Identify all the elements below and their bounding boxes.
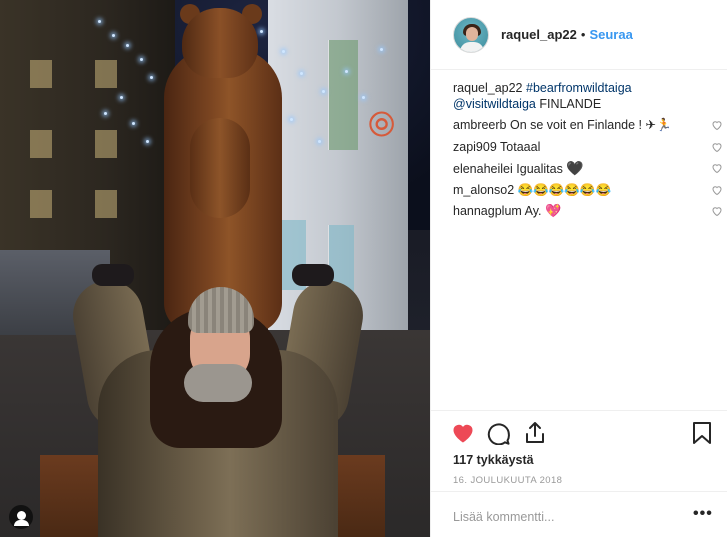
caption-text: FINLANDE bbox=[539, 97, 602, 111]
heart-outline-icon[interactable] bbox=[711, 119, 723, 131]
list-item: zapi909 Totaaal bbox=[453, 139, 723, 161]
red-bow-decoration: ⦾ bbox=[368, 106, 396, 144]
black-heart-emoji: 🖤 bbox=[566, 160, 584, 176]
likes-count[interactable]: 117 tykkäystä bbox=[453, 453, 534, 467]
bookmark-icon[interactable] bbox=[691, 421, 713, 445]
caption: raquel_ap22 #bearfromwildtaiga @visitwil… bbox=[453, 80, 723, 112]
comment-input[interactable]: Lisää kommentti... bbox=[453, 510, 554, 524]
heart-outline-icon[interactable] bbox=[711, 184, 723, 196]
sparkling-heart-emoji: 💖 bbox=[545, 203, 562, 218]
comment-text: Totaaal bbox=[500, 139, 541, 154]
avatar[interactable] bbox=[453, 16, 489, 53]
comment-username[interactable]: ambreerb bbox=[453, 118, 507, 132]
share-icon[interactable] bbox=[523, 421, 547, 445]
heart-filled-icon[interactable] bbox=[451, 421, 475, 445]
list-item: hannagplum Ay. 💖 bbox=[453, 203, 723, 225]
post-sidebar: raquel_ap22 • Seuraa raquel_ap22 #bearfr… bbox=[430, 0, 727, 537]
action-icons bbox=[451, 421, 713, 447]
comment-emoji: ✈🏃 bbox=[645, 118, 672, 132]
comment-text: Ay. bbox=[524, 204, 542, 218]
woman-in-beanie bbox=[67, 260, 369, 537]
user-tag-icon[interactable] bbox=[9, 505, 33, 529]
post-username[interactable]: raquel_ap22 bbox=[501, 27, 577, 42]
comment-bubble-icon[interactable] bbox=[487, 421, 511, 445]
caption-mention[interactable]: @visitwildtaiga bbox=[453, 97, 536, 111]
heart-outline-icon[interactable] bbox=[711, 162, 723, 174]
comment-username[interactable]: elenaheilei bbox=[453, 162, 513, 176]
follow-button[interactable]: Seuraa bbox=[589, 27, 632, 42]
comment-text: Igualitas bbox=[516, 162, 563, 176]
heart-outline-icon[interactable] bbox=[711, 141, 723, 153]
heart-outline-icon[interactable] bbox=[711, 205, 723, 217]
post-date: 16. JOULUKUUTA 2018 bbox=[453, 475, 563, 486]
more-options-icon[interactable]: ••• bbox=[693, 505, 713, 523]
laughing-emojis: 😂😂😂😂😂😂 bbox=[517, 182, 612, 197]
comment-box: Lisää kommentti... ••• bbox=[431, 491, 727, 537]
comment-username[interactable]: m_alonso2 bbox=[453, 183, 514, 197]
comment-text: On se voit en Finlande ! bbox=[509, 118, 643, 132]
list-item: ambreerb On se voit en Finlande ! ✈🏃 bbox=[453, 117, 723, 139]
post-header: raquel_ap22 • Seuraa bbox=[431, 0, 727, 70]
post-actions: 117 tykkäystä 16. JOULUKUUTA 2018 Lisää … bbox=[431, 410, 727, 537]
caption-hashtag[interactable]: #bearfromwildtaiga bbox=[526, 81, 632, 95]
list-item: elenaheilei Igualitas 🖤 bbox=[453, 160, 723, 182]
comments-list: raquel_ap22 #bearfromwildtaiga @visitwil… bbox=[453, 80, 723, 225]
comment-username[interactable]: hannagplum bbox=[453, 204, 522, 218]
list-item: m_alonso2 😂😂😂😂😂😂 bbox=[453, 182, 723, 204]
post-photo[interactable]: ⦾ bbox=[0, 0, 430, 537]
caption-username[interactable]: raquel_ap22 bbox=[453, 81, 523, 95]
comment-username[interactable]: zapi909 bbox=[453, 140, 497, 154]
separator-dot: • bbox=[580, 27, 586, 42]
